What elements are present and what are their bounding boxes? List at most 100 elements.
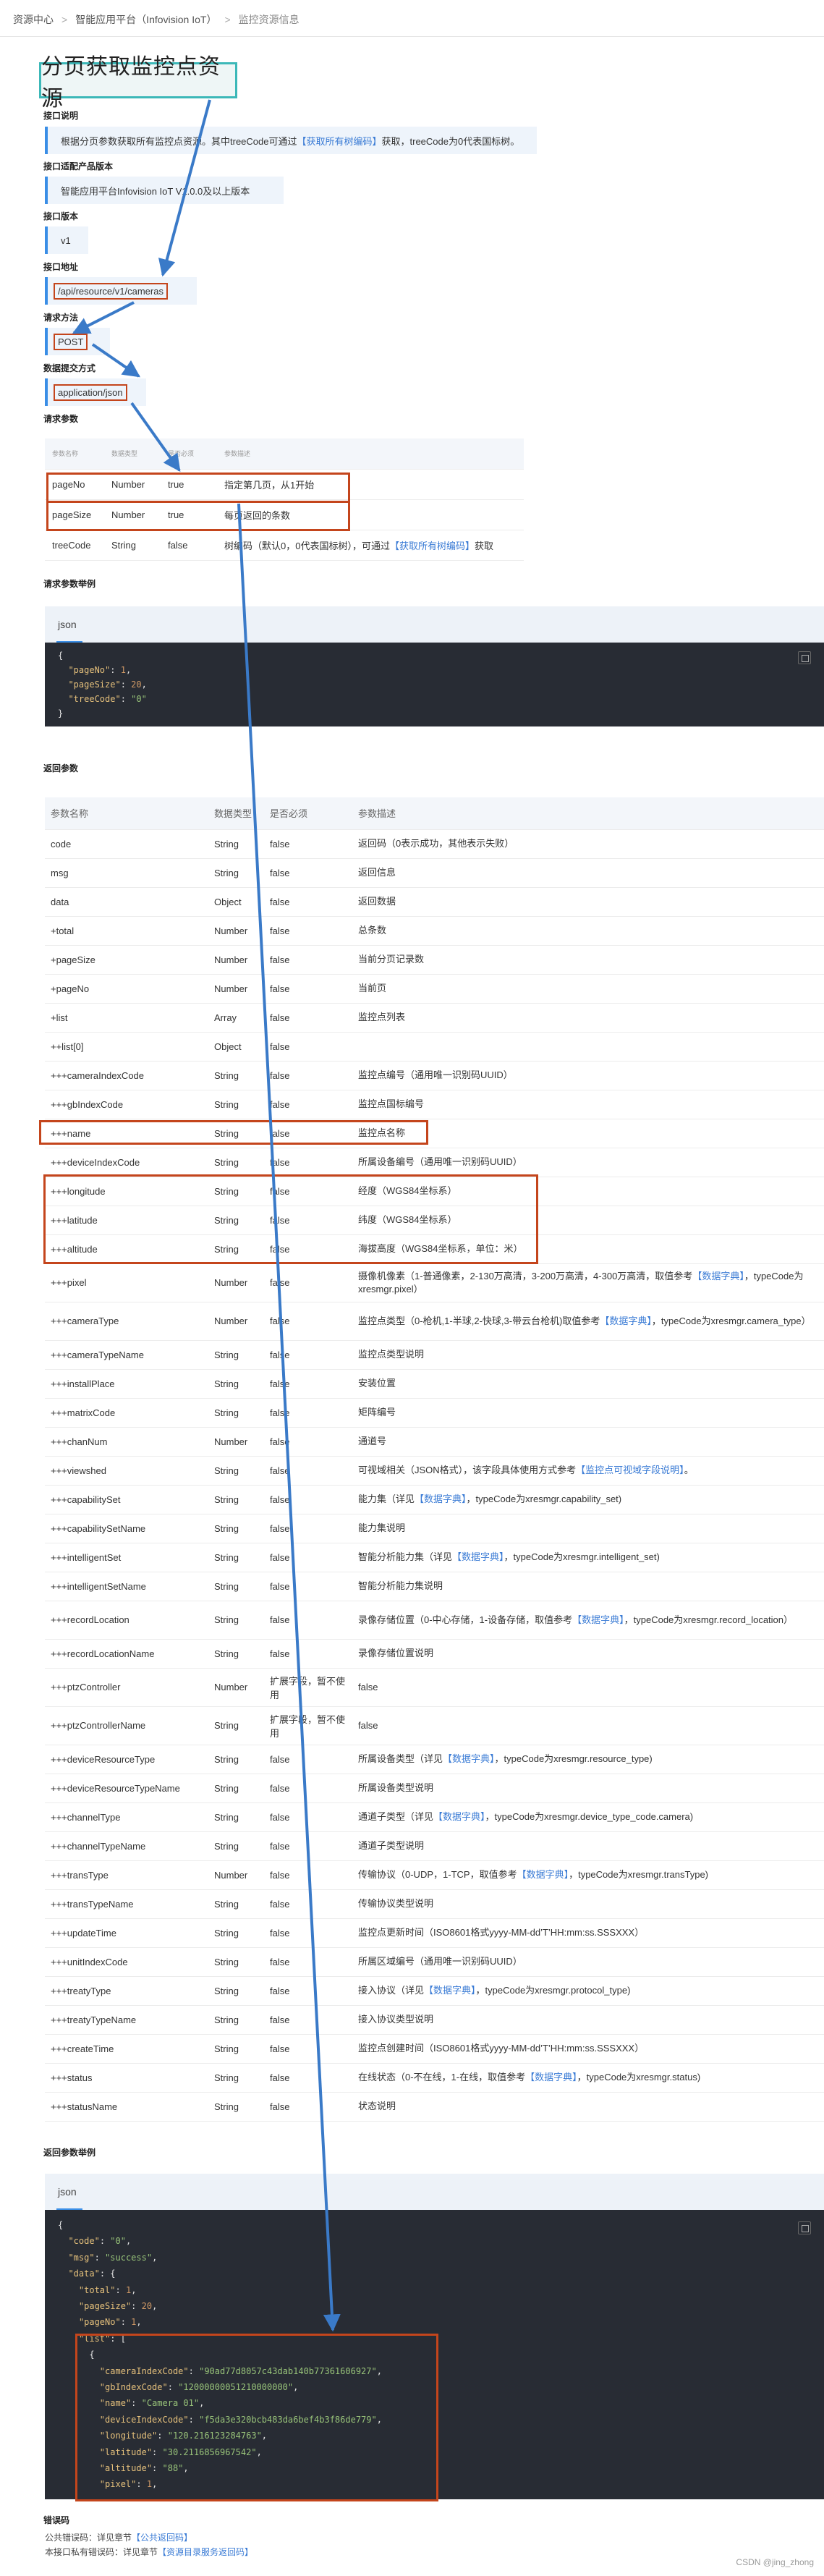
code-line: "latitude": "30.2116856967542", [99, 2446, 262, 2457]
code-language-tab[interactable]: json [45, 606, 824, 643]
content-type-box: application/json [45, 378, 146, 406]
response-example-code: { "code": "0", "msg": "success", "data":… [45, 2210, 824, 2499]
param-description-cell: 监控点名称 [352, 1119, 824, 1148]
table-row: +++matrixCode String false 矩阵编号 [45, 1398, 824, 1428]
param-required: false [264, 1398, 352, 1428]
dictionary-link[interactable]: 【数据字典】 [415, 1494, 467, 1504]
param-description: ，typeCode为xresmgr.resource_type) [494, 1753, 653, 1764]
public-codes-link[interactable]: 【公共返回码】 [132, 2533, 192, 2543]
param-description: 监控点类型说明 [358, 1349, 425, 1360]
param-description-cell: 录像存储位置（0-中心存储，1-设备存储，取值参考【数据字典】，typeCode… [352, 1601, 824, 1640]
table-row: +++installPlace String false 安装位置 [45, 1369, 824, 1399]
param-type: Number [208, 1302, 264, 1341]
param-description-cell: 返回信息 [352, 858, 824, 888]
param-required: true [161, 499, 217, 530]
param-type: String [208, 2092, 264, 2122]
param-type: String [208, 1802, 264, 1832]
param-description: 所属区域编号（通用唯一识别码UUID） [358, 1956, 522, 1967]
param-description: ，typeCode为xresmgr.status) [577, 2072, 701, 2083]
dictionary-link[interactable]: 【数据字典】 [692, 1271, 744, 1281]
param-type: Number [208, 1860, 264, 1890]
param-name: +++recordLocation [45, 1601, 208, 1640]
table-row: +++deviceResourceTypeName String false 所属设备… [45, 1774, 824, 1803]
param-type: String [208, 1831, 264, 1861]
table-row: +pageSize Number false 当前分页记录数 [45, 945, 824, 975]
dictionary-link[interactable]: 【数据字典】 [517, 1869, 569, 1880]
section-title: 错误码 [43, 2515, 70, 2525]
watermark: CSDN @jing_zhong [736, 2557, 814, 2567]
column-header: 参数描述 [217, 438, 524, 470]
dictionary-link[interactable]: 【数据字典】 [525, 2072, 577, 2083]
param-type: Object [208, 1032, 264, 1062]
param-name: +++status [45, 2063, 208, 2093]
table-row: +++ptzController Number 扩展字段，暂不使用 false [45, 1668, 824, 1707]
param-type: String [208, 1234, 264, 1264]
param-required: false [264, 829, 352, 859]
param-type: String [208, 1398, 264, 1428]
param-description: 经度（WGS84坐标系） [358, 1185, 457, 1196]
param-type: String [208, 1485, 264, 1514]
param-description: 监控点创建时间（ISO8601格式yyyy-MM-dd’T’HH:mm:ss.S… [358, 2043, 645, 2054]
table-row: +pageNo Number false 当前页 [45, 974, 824, 1004]
param-description: 返回数据 [358, 896, 396, 907]
param-required: false [264, 1918, 352, 1948]
param-description-cell: 通道号 [352, 1427, 824, 1457]
param-description-cell: 摄像机像素（1-普通像素，2-130万高清，3-200万高清，4-300万高清，… [352, 1263, 824, 1302]
code-line: "pageSize": 20, [68, 679, 147, 690]
breadcrumb-item[interactable]: 智能应用平台（Infovision IoT） [75, 12, 216, 27]
dictionary-link[interactable]: 【数据字典】 [452, 1551, 504, 1562]
table-row: +++altitude String false 海拔高度（WGS84坐标系，单位：米… [45, 1234, 824, 1264]
dictionary-link[interactable]: 【数据字典】 [443, 1753, 495, 1764]
param-name: +++ptzControllerName [45, 1706, 208, 1745]
param-type: String [208, 1572, 264, 1601]
code-line: "pageNo": 1, [68, 665, 132, 675]
dictionary-link[interactable]: 【获取所有树编码】 [390, 541, 475, 551]
param-description: 能力集说明 [358, 1522, 406, 1533]
param-required: false [264, 1148, 352, 1177]
param-description: 录像存储位置说明 [358, 1648, 434, 1658]
page-title: 分页获取监控点资源 [39, 55, 237, 111]
dictionary-link[interactable]: 【数据字典】 [600, 1315, 652, 1326]
param-description-cell: 当前页 [352, 974, 824, 1004]
table-row: +++unitIndexCode String false 所属区域编号（通用唯一识别… [45, 1947, 824, 1977]
code-line: "name": "Camera 01", [99, 2398, 205, 2409]
param-name: +++intelligentSetName [45, 1572, 208, 1601]
breadcrumb: 资源中心 > 智能应用平台（Infovision IoT） > 监控资源信息 [13, 9, 300, 30]
param-description-cell: 可视域相关（JSON格式），该字段具体使用方式参考【监控点可视域字段说明】。 [352, 1456, 824, 1486]
param-description-cell: 监控点更新时间（ISO8601格式yyyy-MM-dd’T’HH:mm:ss.S… [352, 1918, 824, 1948]
table-row: +++viewshed String false 可视域相关（JSON格式），该字段具… [45, 1456, 824, 1486]
tree-code-link[interactable]: 【获取所有树编码】 [297, 134, 381, 148]
private-codes-link[interactable]: 【资源目录服务返回码】 [158, 2547, 253, 2557]
table-row: +++treatyType String false 接入协议（详见【数据字典】，ty… [45, 1976, 824, 2006]
param-description: 监控点列表 [358, 1012, 406, 1022]
table-row: +++deviceResourceType String false 所属设备类型（详… [45, 1745, 824, 1774]
column-header: 是否必须 [161, 438, 217, 470]
param-description: 当前分页记录数 [358, 954, 425, 965]
api-address: /api/resource/v1/cameras [54, 282, 168, 300]
public-error-codes: 公共错误码：详见章节【公共返回码】 [45, 2533, 193, 2543]
dictionary-link[interactable]: 【监控点可视域字段说明】 [576, 1465, 684, 1475]
param-name: +++capabilitySetName [45, 1514, 208, 1543]
param-required: false [264, 1831, 352, 1861]
request-example-code: { "pageNo": 1, "pageSize": 20, "treeCode… [45, 643, 824, 726]
param-required: false [264, 2063, 352, 2093]
param-description-cell: 返回数据 [352, 887, 824, 917]
breadcrumb-separator-icon: > [224, 14, 231, 25]
param-required: false [264, 1234, 352, 1264]
param-description-cell: 能力集说明 [352, 1514, 824, 1543]
param-description: 海拔高度（WGS84坐标系，单位：米） [358, 1243, 523, 1254]
code-language-tab[interactable]: json [45, 2174, 824, 2210]
param-description-cell: 纬度（WGS84坐标系） [352, 1206, 824, 1235]
copy-icon[interactable] [798, 2221, 811, 2234]
copy-icon[interactable] [798, 651, 811, 664]
dictionary-link[interactable]: 【数据字典】 [424, 1985, 476, 1996]
code-line: "pixel": 1, [99, 2479, 158, 2490]
breadcrumb-item[interactable]: 资源中心 [13, 12, 54, 27]
param-name: +++statusName [45, 2092, 208, 2122]
param-type: String [208, 1543, 264, 1572]
description-text: 根据分页参数获取所有监控点资源。其中treeCode可通过 [61, 135, 297, 147]
dictionary-link[interactable]: 【数据字典】 [572, 1614, 624, 1625]
param-description: 接入协议（详见 [358, 1985, 425, 1996]
dictionary-link[interactable]: 【数据字典】 [433, 1811, 485, 1822]
param-type: String [208, 1206, 264, 1235]
